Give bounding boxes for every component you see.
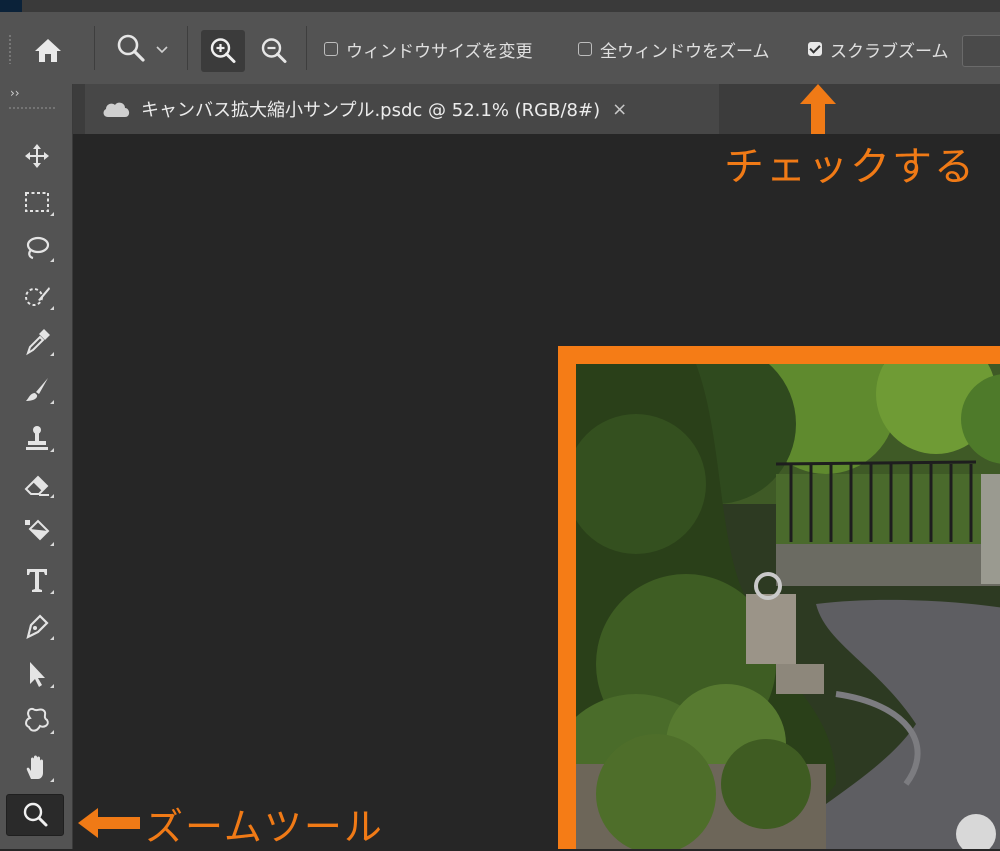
zoom-tool-annotation-label: ズームツール — [145, 805, 384, 849]
quick-selection-tool[interactable] — [16, 276, 58, 316]
checkbox-box-checked[interactable] — [808, 42, 822, 56]
scrubby-zoom-checkbox[interactable]: スクラブズーム — [808, 37, 949, 62]
path-selection-tool[interactable] — [16, 654, 58, 694]
zoom-tool[interactable] — [6, 794, 64, 836]
zoom-out-button[interactable] — [254, 32, 294, 70]
options-bar: ウィンドウサイズを変更 全ウィンドウをズーム スクラブズーム — [0, 12, 1000, 85]
custom-shape-tool[interactable] — [16, 700, 58, 740]
tool-preset-picker[interactable] — [108, 30, 176, 68]
hand-icon — [26, 755, 43, 779]
document-title: キャンバス拡大縮小サンプル.psdc @ 52.1% (RGB/8#) — [141, 100, 601, 121]
eraser-tool[interactable] — [16, 464, 58, 504]
fit-screen-button[interactable] — [962, 35, 1000, 67]
checkbox-box[interactable] — [578, 42, 592, 56]
tools-panel: ›› — [0, 84, 73, 849]
brush-tool[interactable] — [16, 370, 58, 410]
zoom-icon — [23, 802, 48, 827]
resize-windows-checkbox[interactable]: ウィンドウサイズを変更 — [324, 37, 533, 62]
check-annotation-label: チェックする — [724, 144, 976, 190]
up-arrow-annotation — [800, 84, 836, 134]
pen-tool[interactable] — [16, 606, 58, 646]
lasso-icon — [26, 236, 50, 260]
paint-bucket-tool[interactable] — [16, 512, 58, 552]
move-icon — [25, 144, 49, 168]
close-tab-icon[interactable]: × — [612, 99, 627, 120]
brush-icon — [26, 378, 48, 401]
quick-select-icon — [25, 287, 50, 306]
photo-content — [576, 364, 1000, 849]
zoom-in-button[interactable] — [201, 30, 245, 72]
collapse-panel-icon[interactable]: ›› — [10, 86, 20, 100]
document-tab-bar: キャンバス拡大縮小サンプル.psdc @ 52.1% (RGB/8#) × — [73, 84, 1000, 134]
document-image — [558, 346, 1000, 849]
eyedropper-tool[interactable] — [16, 322, 58, 362]
marquee-icon — [25, 192, 49, 212]
type-icon — [27, 569, 47, 592]
document-tab[interactable]: キャンバス拡大縮小サンプル.psdc @ 52.1% (RGB/8#) × — [85, 84, 719, 134]
stamp-icon — [26, 426, 48, 450]
app-logo — [0, 0, 22, 12]
menu-bar — [0, 0, 1000, 12]
cloud-document-icon — [103, 102, 130, 117]
tools-panel-grip[interactable] — [8, 106, 56, 110]
type-tool[interactable] — [16, 560, 58, 600]
magnifier-icon — [117, 34, 145, 62]
zoom-out-icon — [261, 38, 287, 63]
home-icon — [35, 39, 61, 62]
chevron-down-icon — [156, 46, 168, 54]
custom-shape-icon — [25, 707, 49, 732]
checkbox-box[interactable] — [324, 42, 338, 56]
eyedropper-icon — [26, 329, 50, 356]
move-tool[interactable] — [16, 136, 58, 176]
pen-icon — [26, 614, 49, 640]
lasso-tool[interactable] — [16, 228, 58, 268]
canvas-area[interactable] — [73, 134, 1000, 849]
zoom-all-windows-checkbox[interactable]: 全ウィンドウをズーム — [578, 37, 770, 62]
left-arrow-annotation — [78, 808, 140, 838]
options-bar-grip[interactable] — [8, 34, 12, 64]
resize-windows-label: ウィンドウサイズを変更 — [346, 41, 533, 62]
hand-tool[interactable] — [16, 748, 58, 788]
path-select-icon — [30, 662, 45, 687]
clone-stamp-tool[interactable] — [16, 418, 58, 458]
marquee-tool[interactable] — [16, 182, 58, 222]
paint-bucket-icon — [25, 519, 50, 541]
home-button[interactable] — [28, 32, 68, 68]
scrubby-zoom-label: スクラブズーム — [830, 41, 949, 62]
zoom-in-icon — [210, 38, 236, 63]
eraser-icon — [24, 475, 49, 496]
zoom-all-windows-label: 全ウィンドウをズーム — [600, 41, 770, 62]
